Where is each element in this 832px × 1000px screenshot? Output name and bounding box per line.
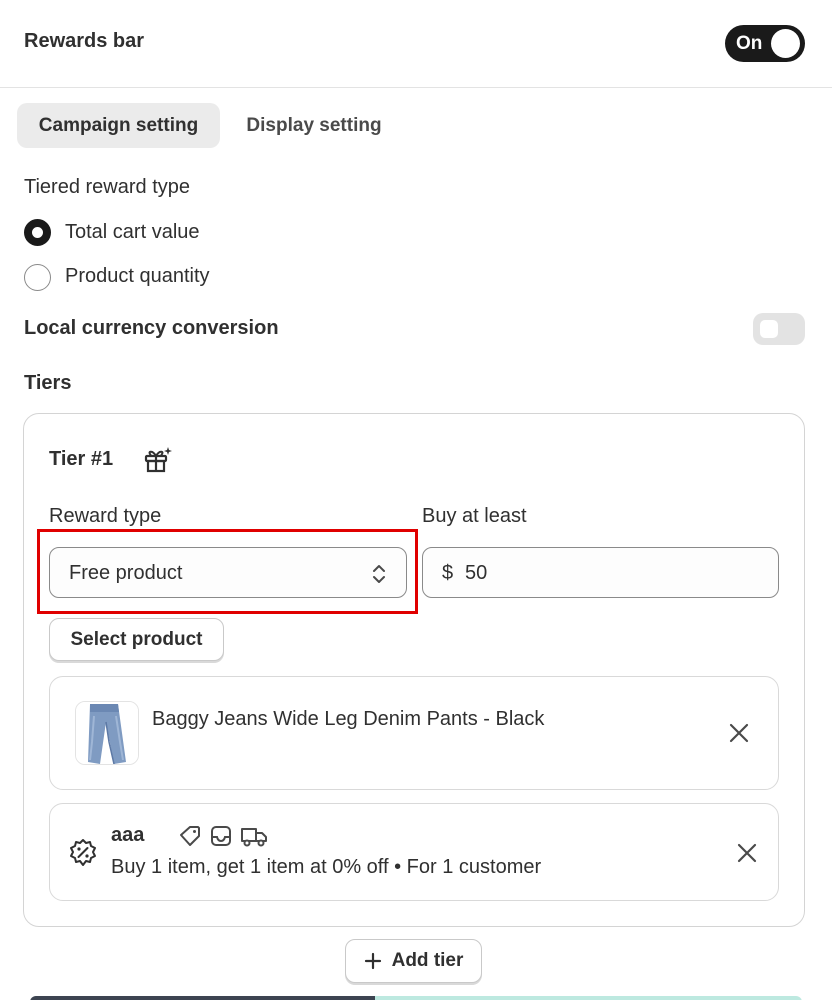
rewards-bar-preview	[30, 996, 802, 1000]
product-name: Baggy Jeans Wide Leg Denim Pants - Black	[152, 708, 545, 730]
inbox-icon	[211, 826, 231, 846]
reward-type-value: Free product	[69, 562, 183, 584]
preview-bar-dark	[30, 996, 375, 1000]
buy-at-least-label: Buy at least	[422, 505, 527, 527]
discount-badge-icon	[70, 839, 96, 866]
jeans-image	[76, 702, 138, 764]
tab-display-setting[interactable]: Display setting	[228, 103, 400, 148]
toggle-label: On	[736, 33, 763, 54]
radio-total-cart-value[interactable]	[24, 219, 51, 246]
discount-description: Buy 1 item, get 1 item at 0% off • For 1…	[111, 856, 542, 878]
radio-label-product-quantity[interactable]: Product quantity	[65, 265, 210, 288]
product-thumbnail	[75, 701, 139, 765]
rewards-bar-toggle[interactable]: On	[725, 25, 805, 62]
delivery-truck-icon	[241, 828, 267, 847]
plus-icon	[364, 952, 381, 970]
buy-at-least-value: 50	[465, 562, 488, 584]
remove-discount-close-icon[interactable]	[736, 842, 758, 864]
radio-label-total-cart-value[interactable]: Total cart value	[65, 221, 200, 244]
selected-product-card: Baggy Jeans Wide Leg Denim Pants - Black	[49, 676, 779, 790]
toggle-knob	[760, 320, 778, 338]
toggle-knob	[771, 29, 800, 58]
add-tier-button[interactable]: Add tier	[345, 939, 482, 983]
preview-bar-light	[375, 996, 802, 1000]
select-chevron-icon	[373, 565, 385, 583]
currency-prefix: $	[442, 562, 454, 584]
radio-product-quantity[interactable]	[24, 264, 51, 291]
tier-title: Tier #1	[49, 448, 114, 470]
select-product-button[interactable]: Select product	[49, 618, 224, 661]
app-header: Rewards bar On	[0, 0, 832, 88]
gift-sparkle-icon	[144, 447, 172, 473]
buy-at-least-input[interactable]: $ 50	[422, 547, 779, 598]
reward-type-label: Reward type	[49, 505, 162, 527]
tiered-reward-type-label: Tiered reward type	[24, 176, 190, 198]
discount-card: aaa Buy 1 item, get 1 item at 0% off • F…	[49, 803, 779, 901]
tiers-label: Tiers	[24, 372, 72, 394]
reward-type-select[interactable]: Free product	[49, 547, 407, 598]
tag-icon	[180, 826, 200, 846]
page-title: Rewards bar	[24, 30, 145, 52]
local-currency-label: Local currency conversion	[24, 317, 279, 339]
tab-campaign-setting[interactable]: Campaign setting	[17, 103, 220, 148]
discount-title: aaa	[111, 824, 145, 846]
local-currency-toggle[interactable]	[753, 313, 805, 345]
remove-product-close-icon[interactable]	[728, 722, 750, 744]
add-tier-label: Add tier	[391, 950, 464, 971]
